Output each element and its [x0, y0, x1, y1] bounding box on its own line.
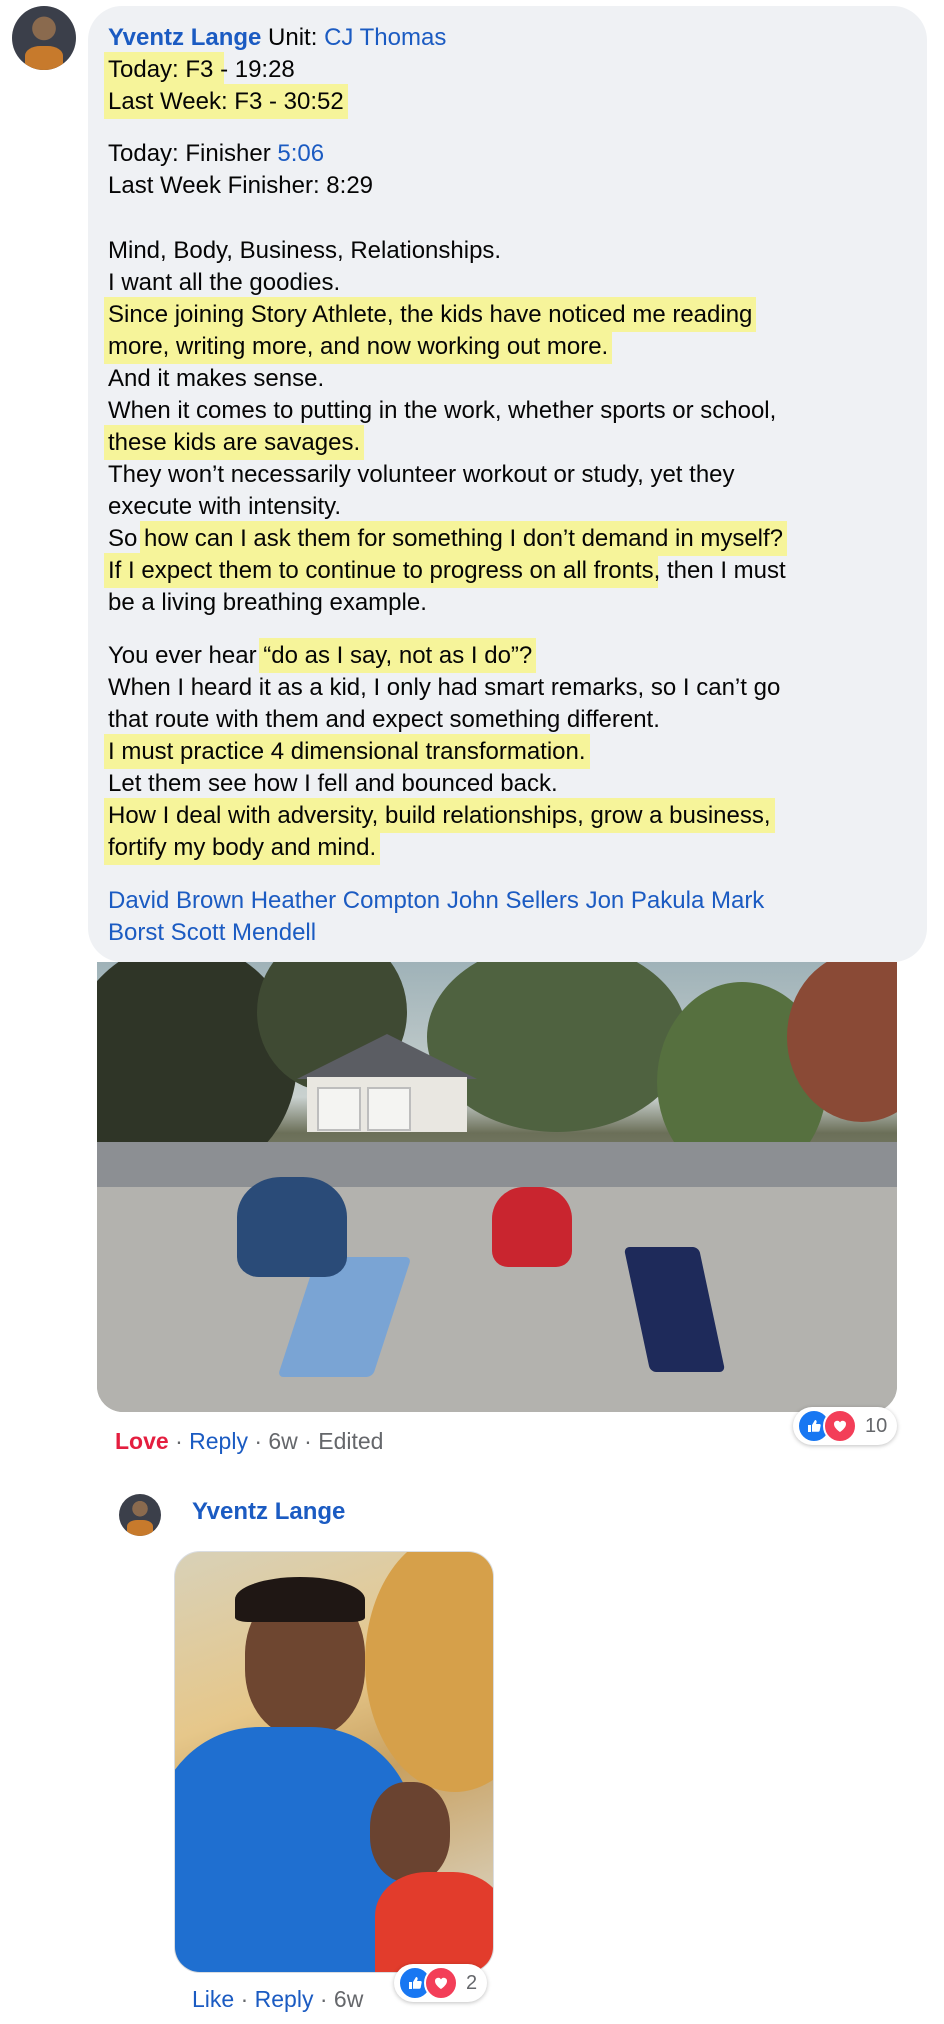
highlighted-text: “do as I say, not as I do”? — [263, 642, 533, 669]
comment-line: I want all the goodies. — [108, 269, 341, 296]
comment-line: Mind, Body, Business, Relationships. — [108, 237, 502, 264]
reaction-count: 2 — [466, 1971, 478, 1994]
house-roof — [297, 1034, 477, 1079]
highlighted-text: how can I ask them for something I don’t… — [144, 525, 784, 552]
adult-hair — [235, 1577, 365, 1622]
today-f3-line: Today: F3 - 19:28 — [108, 54, 928, 86]
reply-age: · 6w — [313, 1986, 364, 2012]
comment-actions: Love · Reply · 6w · Edited — [115, 1428, 383, 1455]
reply-button[interactable]: Reply — [189, 1428, 248, 1454]
comment-line: execute with intensity. — [108, 493, 342, 520]
last-week-finisher: Last Week Finisher: 8:29 — [108, 172, 374, 199]
comment-line: You ever hear “do as I say, not as I do”… — [108, 640, 928, 672]
red-shirt — [375, 1872, 493, 1972]
comment-line: be a living breathing example. — [108, 589, 427, 616]
highlighted-text: Since joining Story Athlete, the kids ha… — [108, 301, 753, 328]
reply-author-link[interactable]: Yventz Lange — [192, 1498, 345, 1526]
reaction-summary[interactable]: 10 — [793, 1407, 898, 1445]
plain-text: You ever hear — [108, 642, 264, 669]
comment-line: Since joining Story Athlete, the kids ha… — [108, 299, 928, 331]
like-button[interactable]: Like — [192, 1986, 234, 2012]
today-f3-label: Today: F3 — [108, 56, 221, 83]
comment-line: Let them see how I fell and bounced back… — [108, 770, 558, 797]
highlighted-text: If I expect them to continue to progress… — [108, 557, 654, 584]
reply-avatar[interactable] — [119, 1494, 161, 1536]
separator: · — [234, 1986, 255, 2012]
comment-line: more, writing more, and now working out … — [108, 331, 928, 363]
comment-line: When I heard it as a kid, I only had sma… — [108, 674, 781, 701]
highlighted-text: How I deal with adversity, build relatio… — [108, 802, 771, 829]
love-reaction-button[interactable]: Love — [115, 1428, 169, 1454]
highlighted-text: fortify my body and mind. — [108, 834, 377, 861]
reply-button[interactable]: Reply — [255, 1986, 314, 2012]
tagged-members-line[interactable]: David Brown Heather Compton John Sellers… — [108, 885, 928, 917]
plain-text: , then I must — [653, 557, 786, 584]
plain-text: So — [108, 525, 145, 552]
comment-line: these kids are savages. — [108, 427, 928, 459]
reply-actions: Like · Reply · 6w — [192, 1986, 363, 2013]
comment-line: How I deal with adversity, build relatio… — [108, 800, 928, 832]
last-week-f3: Last Week: F3 - 30:52 — [108, 88, 344, 115]
comment-line: They won’t necessarily volunteer workout… — [108, 461, 735, 488]
comment-line: I must practice 4 dimensional transforma… — [108, 736, 928, 768]
highlighted-text: these kids are savages. — [108, 429, 361, 456]
unit-name-link[interactable]: CJ Thomas — [324, 24, 446, 51]
comment-line: fortify my body and mind. — [108, 832, 928, 864]
tree-shape — [365, 1552, 493, 1792]
today-finisher-time: 5:06 — [277, 140, 325, 167]
comment-line: that route with them and expect somethin… — [108, 706, 660, 733]
comment-header: Yventz Lange Unit: CJ Thomas — [108, 22, 928, 54]
workout-photo[interactable] — [97, 962, 897, 1412]
heart-icon — [424, 1966, 458, 2000]
garage-door — [367, 1087, 411, 1131]
selfie-photo[interactable] — [174, 1551, 494, 1973]
comment-age: · 6w · Edited — [247, 1428, 384, 1454]
highlighted-text: more, writing more, and now working out … — [108, 333, 609, 360]
reaction-count: 10 — [865, 1414, 888, 1437]
today-f3-time: - 19:28 — [220, 56, 295, 83]
heart-icon — [823, 1409, 857, 1443]
today-finisher-line: Today: Finisher 5:06 — [108, 138, 928, 170]
comment-author-link[interactable]: Yventz Lange — [108, 24, 261, 51]
tagged-members-line[interactable]: Borst Scott Mendell — [108, 917, 928, 949]
last-week-f3-line: Last Week: F3 - 30:52 — [108, 86, 928, 118]
comment-line: And it makes sense. — [108, 365, 325, 392]
today-finisher-label: Today: Finisher — [108, 140, 278, 167]
separator: · — [168, 1428, 190, 1454]
street — [97, 1142, 897, 1187]
comment-line: If I expect them to continue to progress… — [108, 555, 928, 587]
commenter-avatar[interactable] — [12, 6, 76, 70]
person-adult — [237, 1177, 347, 1277]
person-child — [492, 1187, 572, 1267]
comment-line: So how can I ask them for something I do… — [108, 523, 928, 555]
comment-line: When it comes to putting in the work, wh… — [108, 397, 777, 424]
last-week-finisher-line: Last Week Finisher: 8:29 — [108, 170, 928, 202]
child-face — [370, 1782, 450, 1882]
reply-reaction-summary[interactable]: 2 — [394, 1964, 488, 2002]
unit-label: Unit: — [261, 24, 325, 51]
garage-door — [317, 1087, 361, 1131]
highlighted-text: I must practice 4 dimensional transforma… — [108, 738, 586, 765]
